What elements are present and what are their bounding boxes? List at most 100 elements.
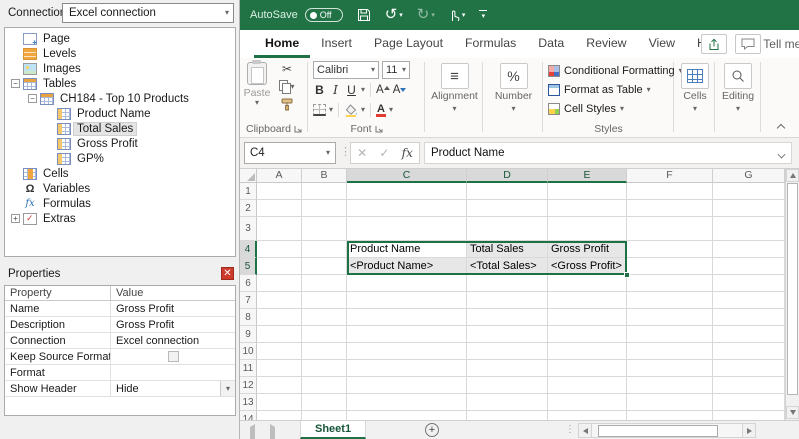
underline-button[interactable]: U xyxy=(345,83,358,97)
cell-F1[interactable] xyxy=(627,183,713,200)
cell-C9[interactable] xyxy=(347,326,467,343)
cell-F10[interactable] xyxy=(627,343,713,360)
connection-dropdown[interactable]: Excel connection ▾ xyxy=(62,3,234,23)
cell-G3[interactable] xyxy=(713,217,785,241)
scroll-up-button[interactable] xyxy=(786,169,799,182)
cell-E9[interactable] xyxy=(548,326,627,343)
tree-item-variables[interactable]: Ω Variables xyxy=(5,181,235,196)
cell-A10[interactable] xyxy=(257,343,302,360)
close-icon[interactable]: ✕ xyxy=(221,267,234,280)
cell-F2[interactable] xyxy=(627,200,713,217)
cell-B2[interactable] xyxy=(302,200,347,217)
cell-B6[interactable] xyxy=(302,275,347,292)
column-header-E[interactable]: E xyxy=(548,169,627,183)
cell-A14[interactable] xyxy=(257,411,302,420)
row-header-6[interactable]: 6 xyxy=(240,275,257,292)
cell-C14[interactable] xyxy=(347,411,467,420)
horizontal-scrollbar[interactable] xyxy=(578,423,756,438)
cell-G8[interactable] xyxy=(713,309,785,326)
editing-group[interactable]: Editing ▾ xyxy=(716,58,760,137)
cell-E1[interactable] xyxy=(548,183,627,200)
tree-item-cells[interactable]: Cells xyxy=(5,166,235,181)
cell-E10[interactable] xyxy=(548,343,627,360)
cell-A11[interactable] xyxy=(257,360,302,377)
cell-B7[interactable] xyxy=(302,292,347,309)
cell-G12[interactable] xyxy=(713,377,785,394)
cell-B9[interactable] xyxy=(302,326,347,343)
dialog-launcher-icon[interactable] xyxy=(375,125,383,133)
cell-G5[interactable] xyxy=(713,258,785,275)
cell-C2[interactable] xyxy=(347,200,467,217)
scroll-down-button[interactable] xyxy=(786,406,799,419)
cell-F11[interactable] xyxy=(627,360,713,377)
cell-A5[interactable] xyxy=(257,258,302,275)
cell-C11[interactable] xyxy=(347,360,467,377)
ribbon-tab-insert[interactable]: Insert xyxy=(310,30,363,58)
cell-D11[interactable] xyxy=(467,360,548,377)
cell-C7[interactable] xyxy=(347,292,467,309)
comments-button[interactable] xyxy=(735,34,761,54)
fill-color-icon[interactable] xyxy=(344,103,358,117)
cell-B14[interactable] xyxy=(302,411,347,420)
ribbon-tab-review[interactable]: Review xyxy=(575,30,637,58)
cell-D2[interactable] xyxy=(467,200,548,217)
column-header-A[interactable]: A xyxy=(257,169,302,183)
column-header-G[interactable]: G xyxy=(713,169,785,183)
share-button[interactable] xyxy=(701,34,727,54)
formula-input[interactable]: Product Name xyxy=(424,142,792,164)
cell-E14[interactable] xyxy=(548,411,627,420)
row-header-4[interactable]: 4 xyxy=(240,241,257,258)
font-size-dropdown[interactable]: 11 ▾ xyxy=(382,61,410,79)
tree-item-images[interactable]: Images xyxy=(5,61,235,76)
cell-C10[interactable] xyxy=(347,343,467,360)
cell-G4[interactable] xyxy=(713,241,785,258)
row-header-2[interactable]: 2 xyxy=(240,200,257,217)
new-sheet-button[interactable]: + xyxy=(425,423,439,437)
column-header-D[interactable]: D xyxy=(467,169,548,183)
ribbon-tab-data[interactable]: Data xyxy=(527,30,575,58)
cells-group[interactable]: Cells ▾ xyxy=(676,58,714,137)
increase-font-size-button[interactable]: A xyxy=(376,84,390,96)
cell-B4[interactable] xyxy=(302,241,347,258)
scroll-right-button[interactable] xyxy=(742,423,756,438)
cell-E4[interactable]: Gross Profit xyxy=(548,241,627,258)
enter-icon[interactable]: ✓ xyxy=(379,146,389,160)
cell-G2[interactable] xyxy=(713,200,785,217)
cell-E12[interactable] xyxy=(548,377,627,394)
collapse-ribbon-icon[interactable] xyxy=(777,123,785,131)
cell-C5[interactable]: <Product Name> xyxy=(347,258,467,275)
cell-B8[interactable] xyxy=(302,309,347,326)
row-header-13[interactable]: 13 xyxy=(240,394,257,411)
undo-button[interactable]: ↺ ▾ xyxy=(385,7,403,22)
cell-E7[interactable] xyxy=(548,292,627,309)
cell-E13[interactable] xyxy=(548,394,627,411)
row-header-14[interactable]: 14 xyxy=(240,411,257,420)
cell-G1[interactable] xyxy=(713,183,785,200)
row-header-11[interactable]: 11 xyxy=(240,360,257,377)
cell-G10[interactable] xyxy=(713,343,785,360)
italic-button[interactable]: I xyxy=(329,83,342,97)
property-value[interactable] xyxy=(111,365,235,380)
checkbox-icon[interactable] xyxy=(167,351,179,362)
cancel-icon[interactable]: ✕ xyxy=(357,146,367,160)
cell-D6[interactable] xyxy=(467,275,548,292)
tree-item-gross-profit[interactable]: Gross Profit xyxy=(5,136,235,151)
ribbon-tab-formulas[interactable]: Formulas xyxy=(454,30,527,58)
tree-item-ch184-top-10-products[interactable]: − CH184 - Top 10 Products xyxy=(5,91,235,106)
cell-F8[interactable] xyxy=(627,309,713,326)
cell-C1[interactable] xyxy=(347,183,467,200)
cell-F5[interactable] xyxy=(627,258,713,275)
cell-A1[interactable] xyxy=(257,183,302,200)
cell-G7[interactable] xyxy=(713,292,785,309)
property-value[interactable]: Hide ▾ xyxy=(111,381,235,396)
scroll-left-button[interactable] xyxy=(578,423,592,438)
splitter-dots-icon[interactable]: ⋮ xyxy=(565,424,575,435)
vertical-scrollbar[interactable] xyxy=(785,169,799,420)
select-all-corner[interactable] xyxy=(240,169,257,183)
conditional-formatting-button[interactable]: Conditional Formatting▾ xyxy=(544,61,683,80)
bold-button[interactable]: B xyxy=(313,83,326,97)
cell-F14[interactable] xyxy=(627,411,713,420)
cell-F9[interactable] xyxy=(627,326,713,343)
cell-F12[interactable] xyxy=(627,377,713,394)
cell-F13[interactable] xyxy=(627,394,713,411)
